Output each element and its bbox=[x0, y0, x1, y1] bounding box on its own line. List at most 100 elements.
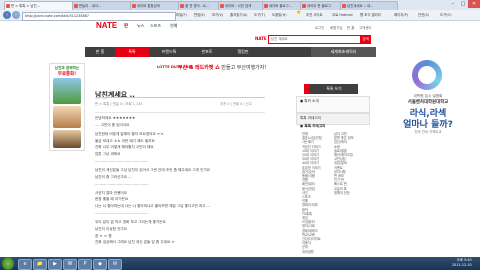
category-title: ● 톡톡 카테고리 bbox=[300, 124, 326, 128]
article-line: 진짜 너무 어떻게 해야할지 고민이 돼요 bbox=[95, 145, 154, 150]
meta-divider bbox=[95, 112, 265, 113]
promo-banner[interactable]: 부산 & 레드카펫 쇼 만들고 부산여행가자! bbox=[178, 64, 266, 71]
nav-character[interactable]: 세계최초캐릭터 bbox=[311, 47, 376, 57]
nav-ranking[interactable]: 랭킹판 bbox=[225, 47, 261, 57]
browser-tab[interactable]: 판놀리 - 네이... bbox=[72, 1, 136, 10]
promo-highlight: 부산 & 레드카펫 쇼 bbox=[178, 65, 220, 71]
help-center-link[interactable]: 고객센터 bbox=[359, 25, 371, 30]
pann-logo[interactable]: 판 bbox=[124, 23, 128, 29]
article-line: 참 ㅠ ㅠ 좀 bbox=[95, 233, 112, 238]
search-input[interactable]: 남친 계세요 bbox=[268, 35, 362, 44]
article-line: 나는 너 좋아하는데 너는 나 좋아하냐고 물어보면 매일 그냥 좋다고만 하고… bbox=[95, 204, 211, 209]
entertainment-link[interactable]: 연예 bbox=[170, 23, 177, 29]
tab-favicon-icon bbox=[6, 4, 10, 8]
nav-pann-home[interactable]: 판 홈 bbox=[85, 47, 115, 57]
tab-label: 쿨 연 영어 - N... bbox=[185, 4, 209, 8]
article-line: .... 고민이 좀 있어서요 bbox=[95, 122, 130, 127]
safety-menu[interactable]: 안전(S) bbox=[418, 11, 429, 19]
favorites-star-icon[interactable]: ★ bbox=[296, 9, 301, 17]
tab-label: 남친계세요 :: 네... bbox=[347, 4, 374, 8]
write-talk-button[interactable]: 톡톡 쓰기 bbox=[310, 84, 358, 94]
close-window-button[interactable]: ✕ bbox=[468, 0, 480, 8]
menu-favorites[interactable]: 즐겨찾기(A) bbox=[230, 11, 247, 19]
login-link[interactable]: 로그인 bbox=[315, 25, 324, 30]
article-line: 불금 보내고 ㅎㅎ 이런 얘기 해도 될까요 bbox=[95, 138, 155, 143]
back-icon[interactable]: ‹ bbox=[3, 11, 11, 19]
minimize-button[interactable]: – bbox=[448, 0, 458, 8]
category-item[interactable]: 취미생활 bbox=[302, 249, 314, 254]
article-line: 암튼 그냥 써봐요 bbox=[95, 152, 121, 157]
taskbar-app-icon[interactable]: P bbox=[78, 259, 92, 270]
tab-favicon-icon bbox=[74, 4, 78, 8]
browser-tab[interactable]: 네이버 : 사전 검색 bbox=[218, 1, 268, 10]
maximize-button[interactable]: □ bbox=[458, 0, 468, 8]
menu-help[interactable]: 도움말(H) bbox=[272, 11, 287, 19]
page-menu[interactable]: 페이지(P) bbox=[394, 11, 408, 19]
title-divider bbox=[95, 97, 265, 98]
menu-file[interactable]: 파일(F) bbox=[176, 11, 187, 19]
tab-favicon-icon bbox=[180, 4, 184, 8]
article-line: ........................................… bbox=[95, 159, 149, 163]
nav-talk[interactable]: 톡톡 bbox=[115, 47, 149, 57]
article-line: 우리 같이 밥 먹고 영화 보고 그러는게 좋거든요 bbox=[95, 220, 166, 224]
nav-friend-talk[interactable]: 프렌드톡 bbox=[149, 47, 189, 57]
news-link[interactable]: 뉴스 bbox=[137, 23, 144, 29]
promo-text: 만들고 부산여행가자! bbox=[221, 65, 267, 71]
pann-nav-bar: 판 홈 톡톡 프렌드톡 판포토 랭킹판 세계최초캐릭터 bbox=[85, 47, 376, 57]
suggested-sites-link[interactable]: 추천 사이트 bbox=[306, 11, 323, 19]
pann-home-link[interactable]: 판 홈 bbox=[347, 25, 354, 30]
article-title: 남친계세요 .. bbox=[95, 91, 135, 99]
tray-clock[interactable]: 오후 5:40 2011-12-10 bbox=[452, 258, 472, 268]
browser-tab[interactable]: 판 > 톡톡 > 남친... bbox=[4, 1, 78, 10]
signup-link[interactable]: 회원가입 bbox=[330, 25, 342, 30]
left-ad-subtitle: 무료통화! bbox=[57, 72, 77, 77]
menu-edit[interactable]: 편집(E) bbox=[194, 11, 205, 19]
category-header-title: 톡톡 카테고리 bbox=[300, 116, 321, 120]
menu-tools[interactable]: 도구(T) bbox=[254, 11, 265, 19]
ad-photo-3 bbox=[53, 130, 81, 148]
start-button[interactable] bbox=[2, 257, 14, 270]
taskbar-app-icon[interactable]: W bbox=[63, 259, 77, 270]
taskbar-app-icon[interactable]: 📁 bbox=[33, 259, 47, 270]
tools-menu[interactable]: 도구(O) bbox=[440, 11, 452, 19]
talker-box-title: ● 톡커 소개 bbox=[300, 99, 319, 103]
tab-favicon-icon bbox=[132, 4, 136, 8]
taskbar-app-icon[interactable]: ▶ bbox=[48, 259, 62, 270]
taskbar-app-icon[interactable]: ◆ bbox=[93, 259, 107, 270]
right-ad-school-name: 서울벤처대학원대학교 bbox=[407, 100, 449, 105]
tab-label: 네이트 판 블로그 bbox=[307, 4, 331, 8]
menu-view[interactable]: 보기(V) bbox=[212, 11, 223, 19]
left-ad-banner[interactable]: 남친과 함께하는 무료통화! bbox=[49, 63, 85, 151]
taskbar-app-icon[interactable]: ✉ bbox=[108, 259, 122, 270]
clock-date: 2011-12-10 bbox=[452, 263, 472, 267]
tab-label: 네이버 : 사전 검색 bbox=[225, 4, 252, 8]
browser-tab[interactable]: 네이버 통합검색 bbox=[130, 1, 184, 10]
tab-label: 네이버 통합검색 bbox=[137, 4, 160, 8]
article-line: 안녕하세요 ★★★★★★★ bbox=[95, 116, 136, 120]
ad-photo-2 bbox=[53, 106, 81, 128]
article-line: 사귄지 얼마 안됐어요 bbox=[95, 190, 128, 195]
category-item[interactable]: 명예의 전당 bbox=[334, 190, 350, 195]
tab-favicon-icon bbox=[302, 4, 306, 8]
article-line: ........................................… bbox=[95, 211, 149, 215]
article-meta: 판 > 톡톡 | 댓글 0 | 조회 1,134 bbox=[95, 102, 143, 106]
right-ad-footer: 전국 안과 가격비교 bbox=[414, 130, 442, 134]
nav-pann-photo[interactable]: 판포토 bbox=[189, 47, 225, 57]
web-slice-link[interactable]: 웹 조각 갤러리 bbox=[360, 11, 381, 19]
sports-link[interactable]: 스포츠 bbox=[150, 23, 161, 29]
browser-tab[interactable]: 남친계세요 :: 네... bbox=[340, 1, 398, 10]
forward-icon[interactable]: › bbox=[12, 11, 20, 19]
school-emblem-center bbox=[418, 66, 436, 84]
address-bar[interactable]: http://pann.nate.com/talk/311234867 bbox=[22, 11, 176, 21]
taskbar-app-icon[interactable]: e bbox=[18, 259, 32, 270]
tab-label: 판놀리 - 네이... bbox=[79, 4, 102, 8]
article-line: 남친한테 어떻게 말해야 할지 모르겠어요 ㅠㅠ bbox=[95, 131, 164, 136]
article-line: 진짜 궁금해서 그래요 남친 계신 분들 답 좀 주세요 ㅠ bbox=[95, 240, 175, 245]
nate-logo[interactable]: NATE bbox=[96, 21, 117, 30]
search-button[interactable]: 검색 bbox=[360, 35, 371, 44]
article-line: 남친이 이상한 건가요 bbox=[95, 226, 128, 231]
hotmail-link[interactable]: 무료 Hotmail bbox=[332, 11, 353, 19]
article-line: 한참 좋을 때 이거든요 bbox=[95, 197, 129, 202]
article-actions[interactable]: 추천 0 | 반대 0 | 신고 bbox=[220, 101, 252, 106]
tab-favicon-icon bbox=[220, 4, 224, 8]
